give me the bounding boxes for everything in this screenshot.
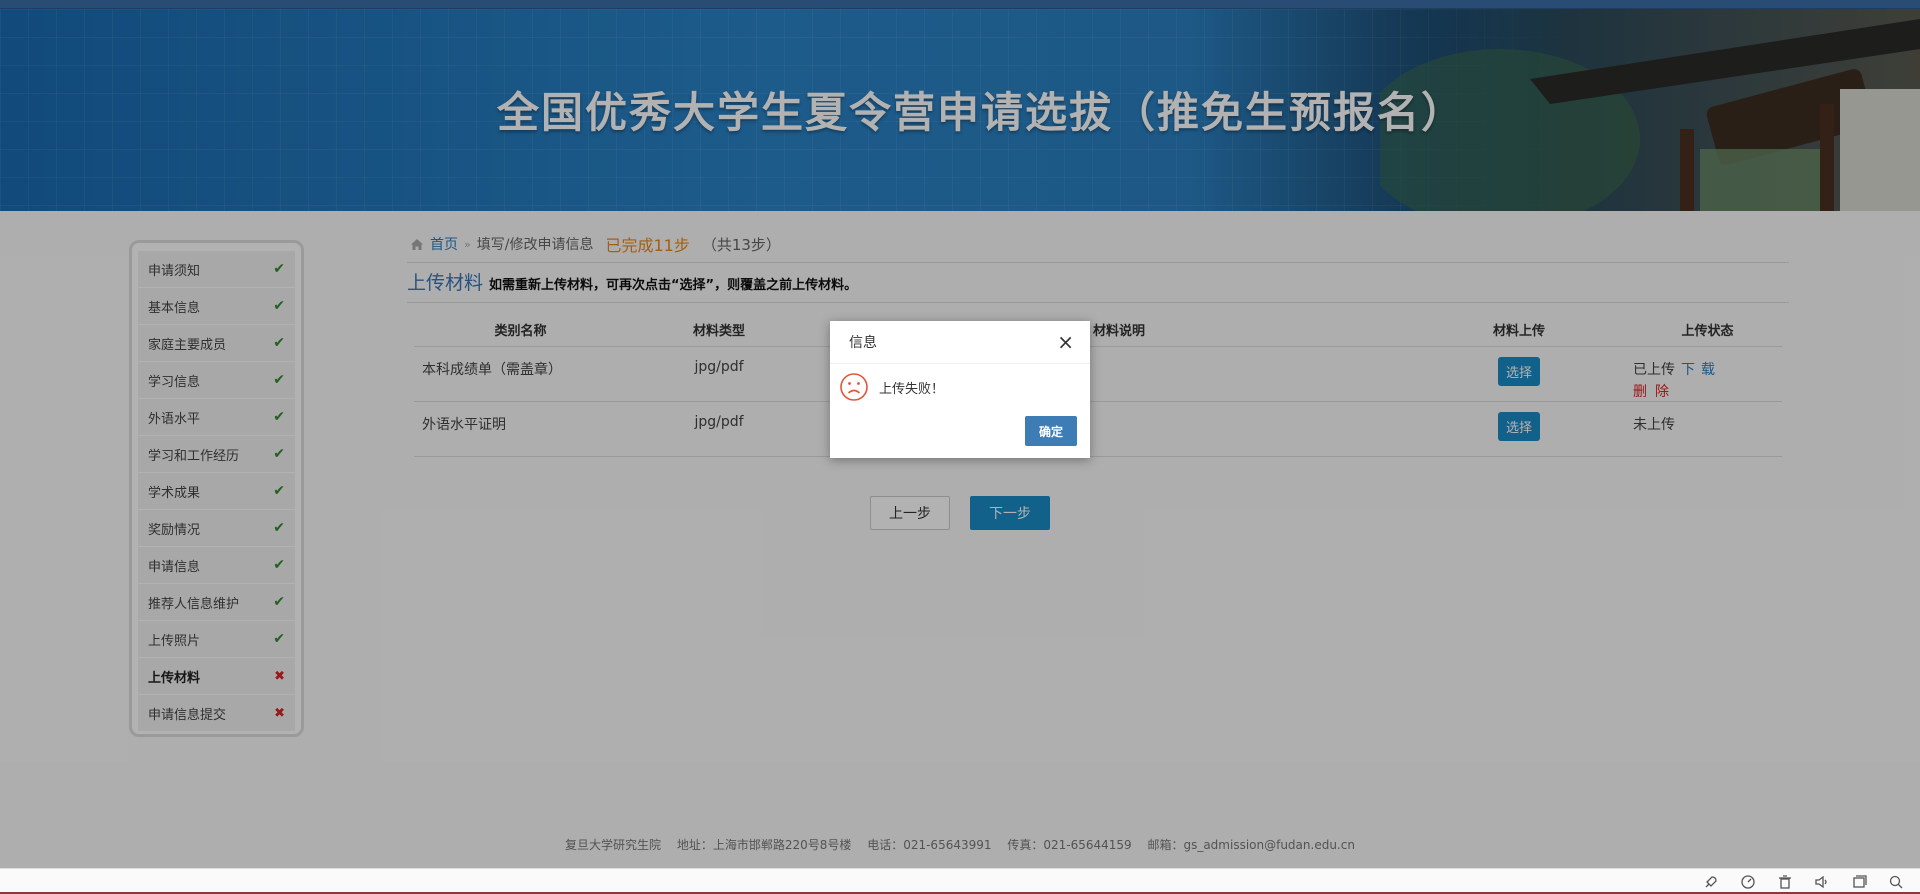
confirm-button[interactable]: 确定 (1025, 416, 1077, 446)
dialog-message: 上传失败！ (879, 381, 945, 397)
dialog-title: 信息 (849, 335, 877, 351)
speaker-icon[interactable] (1814, 874, 1830, 890)
tray-icons (1703, 874, 1904, 890)
dialog-header: 信息 × (830, 321, 1090, 364)
speed-gauge-icon[interactable] (1740, 874, 1756, 890)
rocket-icon[interactable] (1703, 874, 1719, 890)
sad-face-icon (840, 373, 868, 401)
window-icon[interactable] (1851, 874, 1867, 890)
trash-icon[interactable] (1777, 874, 1793, 890)
upload-error-dialog: 信息 × 上传失败！ 确定 (830, 321, 1090, 458)
close-icon[interactable]: × (1057, 332, 1074, 352)
search-icon[interactable] (1888, 874, 1904, 890)
dialog-body: 上传失败！ (830, 364, 1090, 410)
browser-status-bar (0, 868, 1920, 894)
